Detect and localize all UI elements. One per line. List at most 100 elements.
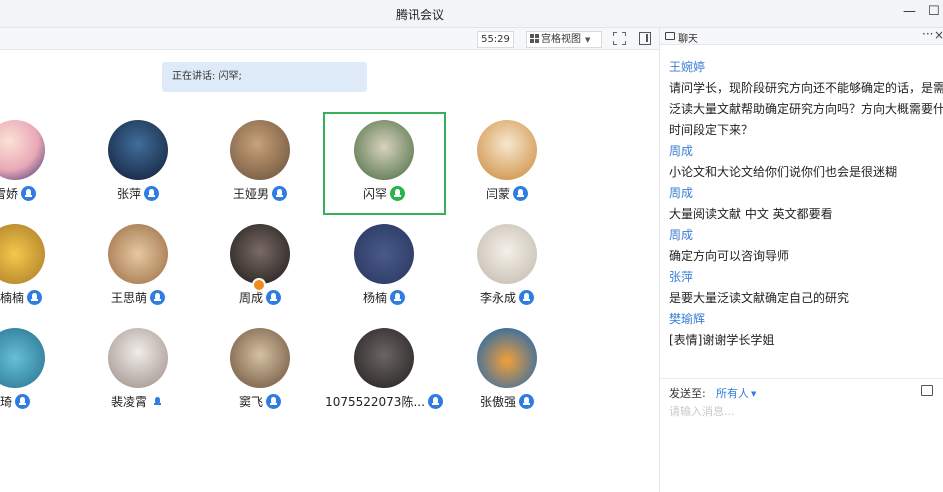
participant-name: 1075522073陈... — [324, 393, 444, 410]
chat-input[interactable]: 请输入消息... — [669, 403, 735, 419]
avatar — [477, 328, 537, 388]
participant-tile[interactable]: 裴凌霄 — [78, 324, 198, 424]
participant-tile[interactable]: 闪罕 — [324, 116, 444, 216]
participant-name: 李永成 — [447, 289, 567, 306]
window-title: 腾讯会议 — [395, 8, 444, 22]
participant-name: 王思萌 — [78, 289, 198, 306]
participant-tile[interactable]: 张萍 — [78, 116, 198, 216]
microphone-icon — [150, 290, 165, 305]
avatar — [0, 328, 45, 388]
microphone-icon — [390, 290, 405, 305]
participant-name: 窦飞 — [200, 393, 320, 410]
message-sender: 张萍 — [669, 270, 694, 284]
avatar — [354, 328, 414, 388]
speaking-indicator: 正在讲话: 闪罕; — [162, 62, 367, 92]
microphone-icon — [519, 394, 534, 409]
participant-tile[interactable]: 王娅男 — [200, 116, 320, 216]
close-icon[interactable]: × — [934, 28, 943, 42]
avatar — [477, 120, 537, 180]
participant-name: 裴凌霄 — [78, 393, 198, 410]
microphone-icon — [27, 290, 42, 305]
participant-name: 周楠楠 — [0, 289, 75, 306]
participant-tile[interactable]: 李永成 — [447, 220, 567, 320]
message-sender: 樊瑜辉 — [669, 312, 706, 326]
sidebar-toggle-icon[interactable] — [639, 32, 651, 45]
message-text: 请问学长，现阶段研究方向还不能够确定的话，是需 — [669, 81, 943, 95]
participant-name: 周成 — [200, 289, 320, 306]
send-to-dropdown[interactable]: 所有人 ▼ — [716, 385, 756, 401]
participant-tile[interactable]: 王思萌 — [78, 220, 198, 320]
microphone-icon — [266, 290, 281, 305]
minimize-button[interactable]: — — [903, 4, 916, 19]
microphone-icon — [21, 186, 36, 201]
file-icon[interactable] — [921, 385, 933, 396]
avatar — [354, 224, 414, 284]
participant-name: 闪罕 — [324, 185, 444, 202]
avatar — [230, 120, 290, 180]
microphone-icon — [519, 290, 534, 305]
message-sender: 周成 — [669, 186, 694, 200]
avatar — [0, 120, 45, 180]
message-text: 时间段定下来？ — [669, 123, 754, 137]
avatar — [230, 224, 290, 284]
participant-tile[interactable]: 窦飞 — [200, 324, 320, 424]
chevron-down-icon: ▼ — [585, 36, 591, 44]
participant-tile[interactable]: 雪娇 — [0, 116, 75, 216]
microphone-icon — [150, 394, 165, 409]
participant-name: 琦 — [0, 393, 75, 410]
message-text: 小论文和大论文给你们说你们也会是很迷糊 — [669, 165, 898, 179]
participant-name: 雪娇 — [0, 185, 75, 202]
avatar — [108, 120, 168, 180]
microphone-icon — [272, 186, 287, 201]
microphone-icon — [15, 394, 30, 409]
participant-tile[interactable]: 杨楠 — [324, 220, 444, 320]
participant-tile[interactable]: 闫蒙 — [447, 116, 567, 216]
participant-tile[interactable]: 周成 — [200, 220, 320, 320]
chevron-down-icon: ▼ — [751, 390, 757, 398]
message-sender: 周成 — [669, 228, 694, 242]
chat-panel: 聊天 ··· × 王婉婷请问学长，现阶段研究方向还不能够确定的话，是需 泛读大量文… — [659, 27, 943, 492]
participant-name: 闫蒙 — [447, 185, 567, 202]
send-to-label: 发送至: — [669, 387, 706, 400]
avatar — [0, 224, 45, 284]
chat-title: 聊天 — [678, 34, 698, 45]
participant-name: 王娅男 — [200, 185, 320, 202]
maximize-button[interactable]: ☐ — [928, 4, 940, 19]
avatar — [354, 120, 414, 180]
participant-tile[interactable]: 周楠楠 — [0, 220, 75, 320]
chat-input-area: 发送至: 所有人 ▼ 请输入消息... — [660, 378, 943, 492]
participant-tile[interactable]: 琦 — [0, 324, 75, 424]
avatar — [108, 328, 168, 388]
fullscreen-icon[interactable] — [613, 32, 626, 45]
avatar — [477, 224, 537, 284]
chat-message-list[interactable]: 王婉婷请问学长，现阶段研究方向还不能够确定的话，是需 泛读大量文献帮助确定研究方向… — [660, 45, 943, 385]
message-text: 是要大量泛读文献确定自己的研究 — [669, 291, 850, 305]
participant-tile[interactable]: 1075522073陈... — [324, 324, 444, 424]
participant-tile[interactable]: 张傲强 — [447, 324, 567, 424]
avatar — [230, 328, 290, 388]
message-text: [表情]谢谢学长学姐 — [669, 333, 775, 347]
microphone-icon — [390, 186, 405, 201]
participant-name: 张萍 — [78, 185, 198, 202]
chat-icon — [665, 32, 675, 40]
message-text: 确定方向可以咨询导师 — [669, 249, 790, 263]
participant-name: 张傲强 — [447, 393, 567, 410]
microphone-icon — [266, 394, 281, 409]
message-text: 大量阅读文献 中文 英文都要看 — [669, 207, 833, 221]
microphone-icon — [144, 186, 159, 201]
view-label: 宫格视图 — [541, 34, 581, 45]
message-text: 泛读大量文献帮助确定研究方向吗？方向大概需要什 — [669, 102, 943, 116]
meeting-timer: 55:29 — [477, 31, 514, 48]
microphone-icon — [427, 394, 443, 409]
more-options-icon[interactable]: ··· — [922, 27, 933, 41]
participant-name: 杨楠 — [324, 289, 444, 306]
chat-header: 聊天 ··· × — [660, 27, 943, 45]
meeting-toolbar: 55:29 宫格视图 ▼ — [0, 28, 659, 50]
meeting-area: 55:29 宫格视图 ▼ 正在讲话: 闪罕; 雪娇张萍王娅男闪罕闫蒙周楠楠王思萌周… — [0, 28, 659, 492]
message-sender: 周成 — [669, 144, 694, 158]
grid-view-dropdown[interactable]: 宫格视图 ▼ — [526, 31, 602, 48]
avatar — [108, 224, 168, 284]
message-sender: 王婉婷 — [669, 60, 706, 74]
grid-icon — [530, 34, 539, 43]
title-bar: 腾讯会议 — ☐ — [0, 0, 943, 28]
